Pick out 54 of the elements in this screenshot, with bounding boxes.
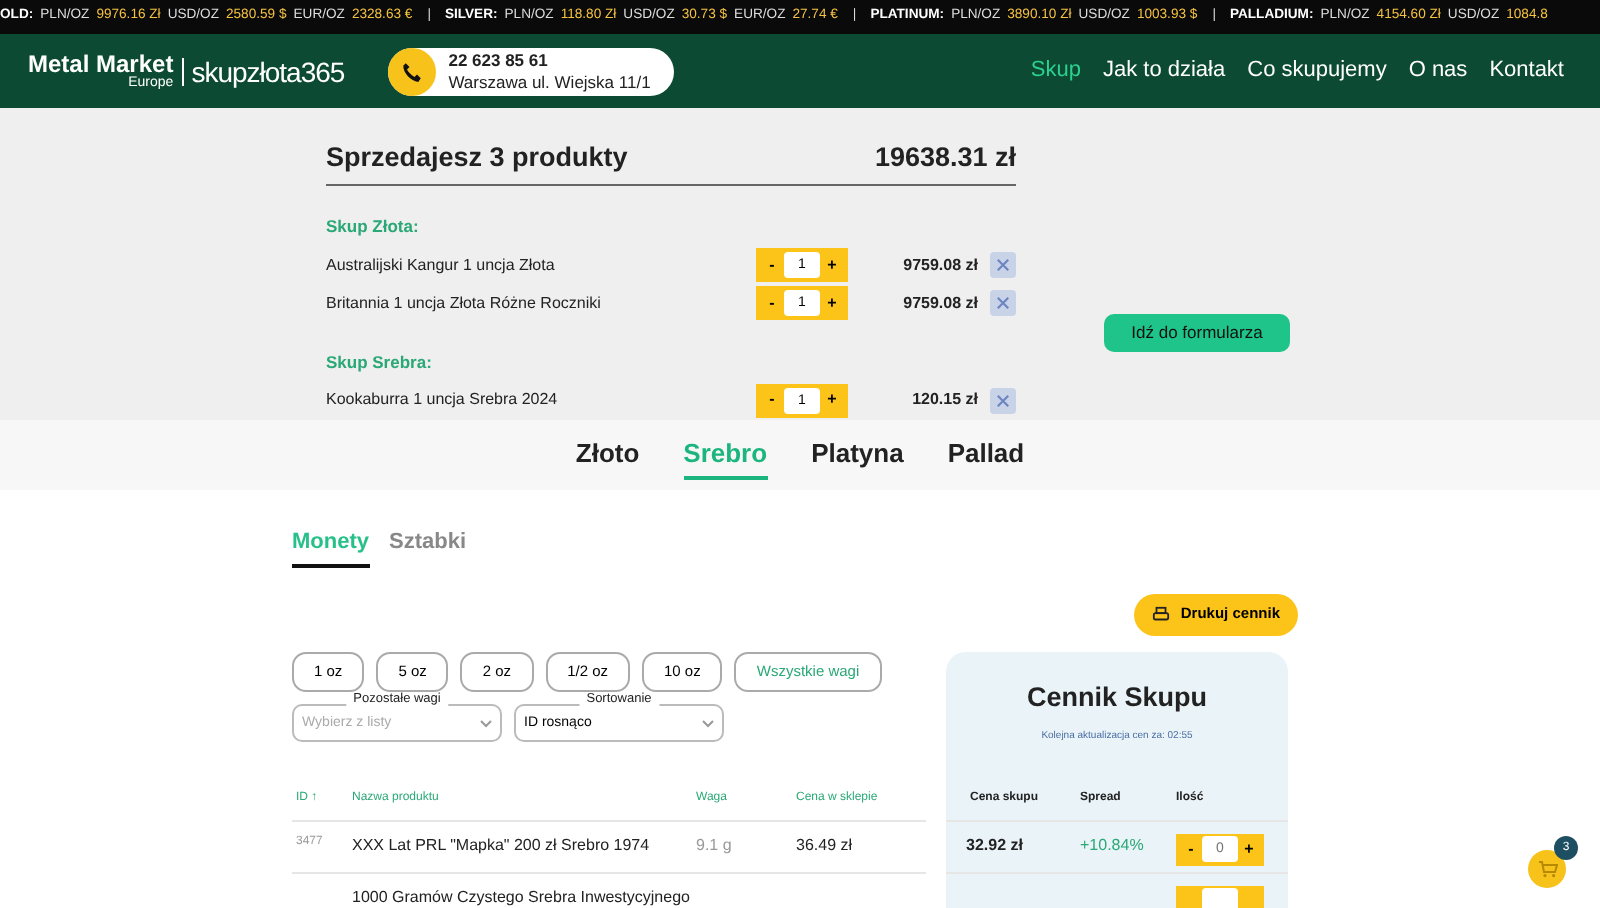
nav-link[interactable]: O nas [1408, 54, 1468, 88]
plus-button[interactable]: + [820, 295, 844, 311]
close-icon [996, 258, 1010, 272]
phone-number[interactable]: 22 623 85 61 [448, 50, 651, 71]
table-cell: 36.49 zł [792, 819, 926, 871]
table-cell: 9.1 g [692, 819, 792, 871]
table-cell: +10.84% [1076, 819, 1172, 871]
quantity-control[interactable] [1176, 885, 1264, 908]
chevron-down-icon [702, 719, 714, 727]
minus-button[interactable]: - [1180, 841, 1202, 857]
product-price: 9759.08 zł [901, 291, 978, 315]
product-name: Britannia 1 uncja Złota Różne Roczniki [326, 291, 603, 315]
minus-button[interactable]: - [760, 392, 784, 409]
quantity-input[interactable] [1202, 888, 1238, 908]
plus-button[interactable]: + [820, 392, 844, 409]
nav-link[interactable]: Co skupujemy [1247, 54, 1387, 88]
table-cell [946, 871, 1076, 908]
remove-button[interactable] [990, 252, 1016, 278]
plus-button[interactable]: + [820, 257, 844, 273]
printer-icon [1152, 605, 1171, 623]
phone-icon [402, 61, 423, 81]
cart-total: 19638.31 zł [874, 140, 1016, 176]
nav-link[interactable]: Skup [1030, 54, 1081, 88]
address-text: Warszawa ul. Wiejska 11/1 [448, 71, 651, 92]
product-price: 120.15 zł [910, 388, 978, 413]
panel-title: Cennik Skupu [1024, 679, 1209, 716]
metal-tab[interactable]: Złoto [575, 429, 640, 481]
table-cell: 1000 Gramów Czystego Srebra Inwestycyjnego [348, 871, 692, 908]
cart-title: Sprzedajesz 3 produkty [326, 140, 628, 176]
chevron-down-icon [480, 719, 492, 727]
category-tab[interactable]: Sztabki [389, 522, 467, 567]
remove-button[interactable] [990, 387, 1016, 414]
product-price: 9759.08 zł [901, 253, 978, 277]
nav-link[interactable]: Kontakt [1489, 54, 1564, 88]
close-icon [996, 393, 1010, 408]
cart-icon [1537, 860, 1557, 878]
logo-text[interactable]: Metal Market [28, 52, 174, 76]
table-cell: 32.92 zł [946, 819, 1076, 871]
plus-button[interactable]: + [1238, 841, 1260, 857]
nav-link[interactable]: Jak to działa [1102, 54, 1226, 88]
product-name: Kookaburra 1 uncja Srebra 2024 [326, 388, 560, 413]
cart-button[interactable] [1528, 850, 1566, 888]
table-cell: XXX Lat PRL "Mapka" 200 zł Srebro 1974 [348, 819, 692, 871]
metal-tab[interactable]: Pallad [947, 429, 1025, 481]
metal-tab[interactable]: Platyna [811, 429, 904, 481]
remove-button[interactable] [990, 290, 1016, 316]
minus-button[interactable]: - [760, 257, 784, 273]
group-title: Skup Srebra: [326, 350, 434, 376]
product-name: Australijski Kangur 1 uncja Złota [326, 253, 557, 277]
close-icon [996, 296, 1010, 310]
minus-button[interactable]: - [760, 295, 784, 311]
brand-text[interactable]: skupzłota365 [181, 57, 345, 85]
form-button[interactable]: Idź do formularza [1104, 314, 1290, 352]
group-title: Skup Złota: [326, 214, 421, 240]
